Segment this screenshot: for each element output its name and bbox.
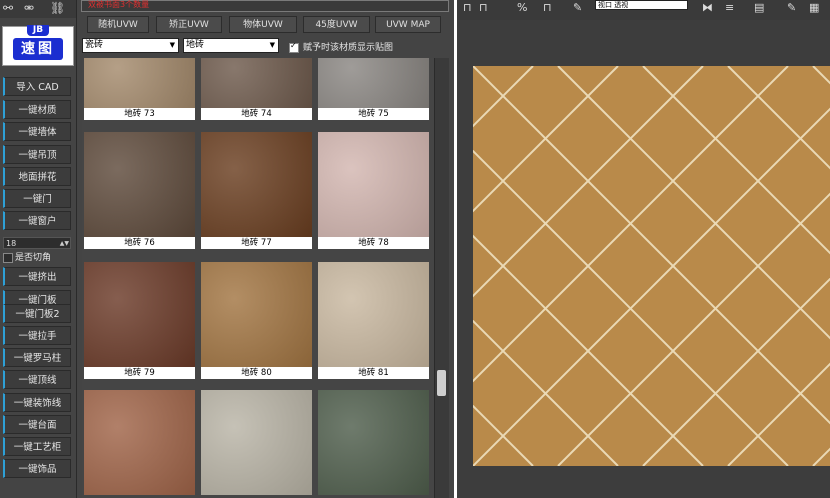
sidebar-button[interactable]: 地面拼花 — [3, 167, 71, 186]
material-swatch[interactable] — [84, 132, 195, 237]
sidebar-button[interactable]: 一键顶线 — [3, 370, 71, 389]
perspective-viewport[interactable] — [473, 66, 830, 466]
sidebar-button[interactable]: 一键罗马柱 — [3, 348, 71, 367]
material-tile[interactable]: 地砖 79 — [84, 262, 195, 379]
mirror-icon[interactable]: ⧓ — [702, 1, 713, 14]
tile-grid-scrollbar[interactable] — [434, 58, 449, 498]
material-swatch[interactable] — [318, 262, 429, 367]
random-uvw-button[interactable]: 随机UVW — [87, 16, 149, 33]
spinner-snap-icon[interactable]: ⊓ — [543, 1, 552, 14]
uvw-map-button[interactable]: UVW MAP — [375, 16, 441, 33]
angle-snap-icon[interactable]: ⊓ — [479, 1, 488, 14]
floor-surface — [473, 66, 830, 466]
chevron-down-icon: ▼ — [169, 41, 175, 49]
material-swatch[interactable] — [201, 390, 312, 495]
material-swatch[interactable] — [84, 390, 195, 495]
sidebar-button[interactable]: 导入 CAD — [3, 77, 71, 96]
object-uvw-button[interactable]: 物体UVW — [229, 16, 297, 33]
material-swatch[interactable] — [84, 58, 195, 108]
material-tile[interactable]: 地砖 74 — [201, 58, 312, 120]
material-tile[interactable]: 地砖 78 — [318, 132, 429, 249]
sidebar-button[interactable]: 一键挤出 — [3, 267, 71, 286]
material-tile[interactable]: 地砖 77 — [201, 132, 312, 249]
material-tile-label: 地砖 80 — [201, 367, 312, 379]
tiled-floor-render — [473, 66, 830, 466]
category-dropdown[interactable]: 瓷砖 ▼ — [82, 38, 179, 53]
material-browser-panel: 双被书面3个数量 随机UVW 矫正UVW 物体UVW 45度UVW UVW MA… — [77, 0, 454, 498]
material-tile-grid: 地砖 73 地砖 74 地砖 75 地砖 76 地砖 77 地砖 78 地砖 79 地砖 80… — [82, 58, 434, 498]
spell-check-icon[interactable]: ✎ — [573, 1, 582, 14]
sidebar-button[interactable]: 一键拉手 — [3, 326, 71, 345]
left-tool-sidebar: ⚯ ⚮ ⛓ JB 速图 导入 CAD 一键材质一键墙体一键吊顶地面拼花一键门一键窗… — [0, 0, 77, 498]
chamfer-spinner[interactable]: 18 ▲▼ — [3, 237, 71, 249]
material-tile[interactable]: 地砖 76 — [84, 132, 195, 249]
material-swatch[interactable] — [201, 132, 312, 237]
link-icon[interactable]: ⚯ — [3, 1, 13, 15]
align-icon[interactable]: ≡ — [725, 1, 734, 14]
material-swatch[interactable] — [201, 262, 312, 367]
logo-top-text: JB — [27, 25, 49, 36]
material-tile-label: 地砖 73 — [84, 108, 195, 120]
percent-snap-icon[interactable]: % — [517, 1, 527, 14]
sidebar-toolbar: ⚯ ⚮ ⛓ — [0, 0, 76, 18]
material-swatch[interactable] — [318, 58, 429, 108]
material-tile-label: 地砖 79 — [84, 367, 195, 379]
correct-uvw-button[interactable]: 矫正UVW — [156, 16, 222, 33]
sidebar-button[interactable]: 一键门 — [3, 189, 71, 208]
sidebar-button[interactable]: 一键装饰线 — [3, 393, 71, 412]
sidebar-button[interactable]: 一键工艺柜 — [3, 437, 71, 456]
material-tile[interactable]: 地砖 81 — [318, 262, 429, 379]
snap-icon[interactable]: ⊓ — [463, 1, 472, 14]
category-value: 瓷砖 — [85, 40, 104, 50]
chamfer-checkbox-label: 是否切角 — [15, 253, 52, 263]
material-swatch[interactable] — [318, 132, 429, 237]
material-swatch[interactable] — [201, 58, 312, 108]
show-map-checkbox-label: 赋予时该材质显示贴图 — [303, 43, 394, 53]
material-tile[interactable]: 地砖 73 — [84, 58, 195, 120]
sidebar-button[interactable]: 一键吊顶 — [3, 145, 71, 164]
sidebar-button[interactable]: 一键台面 — [3, 415, 71, 434]
sidebar-button[interactable]: 一键墙体 — [3, 122, 71, 141]
panel-header-text: 双被书面3个数量 — [88, 0, 150, 9]
chamfer-checkbox[interactable] — [3, 252, 13, 263]
logo-text: 速图 — [13, 38, 63, 60]
material-tile[interactable]: 地砖 75 — [318, 58, 429, 120]
material-tile[interactable] — [201, 390, 312, 498]
material-tile[interactable] — [84, 390, 195, 498]
material-tile[interactable]: 地砖 80 — [201, 262, 312, 379]
chevron-down-icon: ▼ — [269, 41, 275, 49]
material-tile-label: 地砖 77 — [201, 237, 312, 249]
view-select-value: 视口 透视 — [598, 1, 629, 9]
material-tile[interactable] — [318, 390, 429, 498]
uvw-45-button[interactable]: 45度UVW — [303, 16, 370, 33]
sidebar-button[interactable]: 一键门板2 — [3, 304, 71, 323]
material-tile-label: 地砖 75 — [318, 108, 429, 120]
material-tile-label: 地砖 78 — [318, 237, 429, 249]
material-swatch[interactable] — [84, 262, 195, 367]
sidebar-button[interactable]: 一键材质 — [3, 100, 71, 119]
panel-header-bar: 双被书面3个数量 — [81, 0, 449, 12]
subcategory-value: 地砖 — [186, 40, 205, 50]
material-tile-label: 地砖 76 — [84, 237, 195, 249]
scrollbar-thumb[interactable] — [437, 370, 446, 396]
graph-icon[interactable]: ▦ — [809, 1, 819, 14]
material-swatch[interactable] — [318, 390, 429, 495]
chamfer-checkbox-row[interactable]: 是否切角 — [3, 250, 51, 263]
logo: JB 速图 — [2, 25, 74, 66]
view-select-dropdown[interactable]: 视口 透视 — [595, 0, 688, 10]
unlink-icon[interactable]: ⚮ — [24, 1, 34, 15]
material-tile-label: 地砖 81 — [318, 367, 429, 379]
layer-icon[interactable]: ▤ — [754, 1, 764, 14]
bind-icon[interactable]: ⛓ — [50, 1, 65, 15]
spinner-value: 18 — [6, 239, 17, 248]
subcategory-dropdown[interactable]: 地砖 ▼ — [183, 38, 279, 53]
show-map-checkbox[interactable] — [289, 41, 299, 53]
spinner-arrows-icon[interactable]: ▲▼ — [60, 238, 69, 249]
show-map-checkbox-row[interactable]: 赋予时该材质显示贴图 — [289, 40, 393, 53]
sidebar-button[interactable]: 一键门板 — [3, 290, 71, 306]
sidebar-button[interactable]: 一键饰品 — [3, 459, 71, 478]
edit-icon[interactable]: ✎ — [787, 1, 796, 14]
material-tile-label: 地砖 74 — [201, 108, 312, 120]
sidebar-button[interactable]: 一键窗户 — [3, 211, 71, 230]
